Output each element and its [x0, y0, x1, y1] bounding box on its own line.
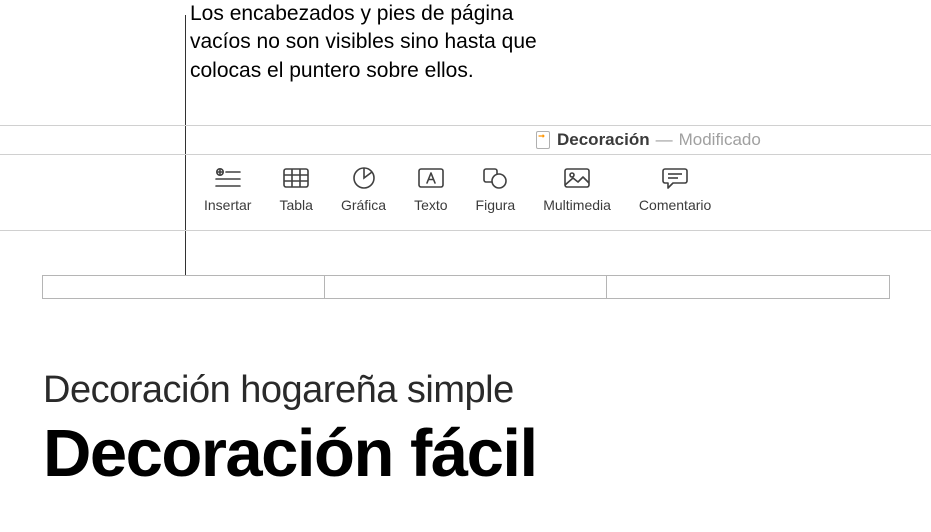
text-icon: [417, 165, 445, 191]
toolbar: Insertar Tabla Gráfica: [0, 155, 931, 231]
shape-icon: [481, 165, 509, 191]
chart-button[interactable]: Gráfica: [327, 165, 400, 213]
insert-label: Insertar: [204, 197, 251, 213]
window-titlebar: Decoración — Modificado: [0, 125, 931, 155]
document-title: Decoración: [557, 130, 650, 150]
document-subtitle: Decoración hogareña simple: [43, 369, 931, 412]
title-separator: —: [656, 130, 673, 150]
media-icon: [563, 165, 591, 191]
comment-label: Comentario: [639, 197, 711, 213]
comment-icon: [661, 165, 689, 191]
document-main-title: Decoración fácil: [43, 420, 931, 487]
document-icon: [535, 130, 551, 150]
document-page: Decoración hogareña simple Decoración fá…: [0, 231, 931, 487]
chart-icon: [350, 165, 378, 191]
chart-label: Gráfica: [341, 197, 386, 213]
table-icon: [282, 165, 310, 191]
text-button[interactable]: Texto: [400, 165, 461, 213]
annotation-callout: Los encabezados y pies de página vacíos …: [190, 0, 550, 85]
document-body[interactable]: Decoración hogareña simple Decoración fá…: [0, 299, 931, 487]
shape-button[interactable]: Figura: [462, 165, 530, 213]
header-field-right[interactable]: [607, 276, 888, 298]
header-field-left[interactable]: [43, 276, 325, 298]
insert-button[interactable]: Insertar: [190, 165, 265, 213]
media-button[interactable]: Multimedia: [529, 165, 625, 213]
shape-label: Figura: [476, 197, 516, 213]
document-status: Modificado: [679, 130, 761, 150]
text-label: Texto: [414, 197, 447, 213]
table-label: Tabla: [279, 197, 312, 213]
app-window: Decoración — Modificado Insertar: [0, 125, 931, 532]
header-field-center[interactable]: [325, 276, 607, 298]
callout-text: Los encabezados y pies de página vacíos …: [190, 2, 537, 82]
page-header-fields: [42, 275, 890, 299]
table-button[interactable]: Tabla: [265, 165, 326, 213]
comment-button[interactable]: Comentario: [625, 165, 725, 213]
insert-icon: [214, 165, 242, 191]
media-label: Multimedia: [543, 197, 611, 213]
